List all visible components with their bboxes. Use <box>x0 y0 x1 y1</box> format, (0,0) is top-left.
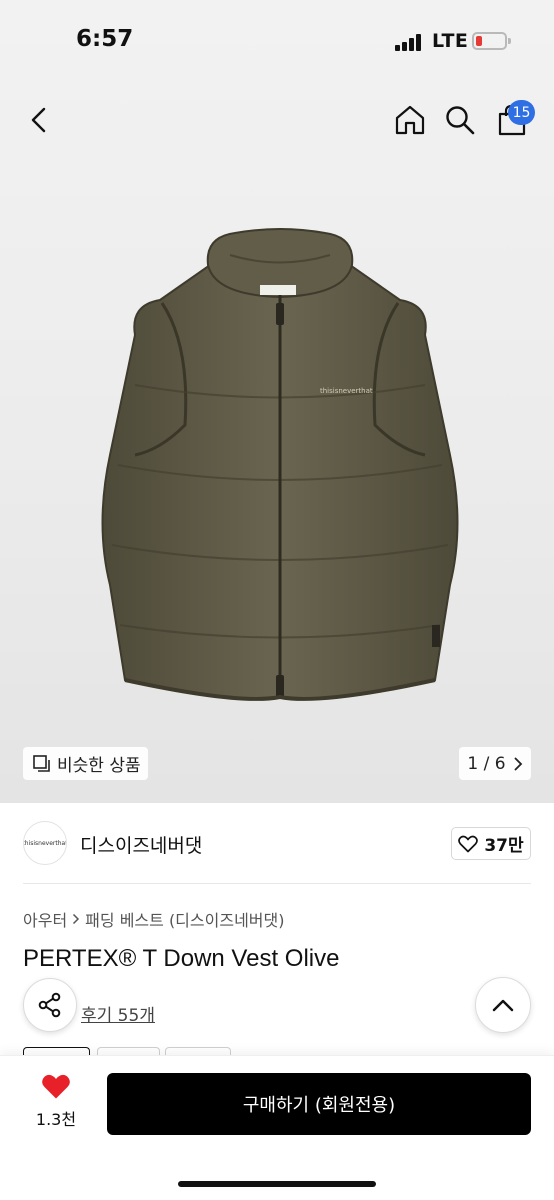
heart-outline-icon <box>458 835 479 852</box>
gallery-pager-text: 1 / 6 <box>467 753 506 774</box>
wishlist-count: 1.3천 <box>35 1110 77 1129</box>
brand-like-button[interactable]: 37만 <box>451 827 531 860</box>
status-bar: 6:57 LTE <box>0 0 554 80</box>
breadcrumb-item-category[interactable]: 아우터 <box>23 907 67 931</box>
product-title: PERTEX® T Down Vest Olive <box>23 945 340 972</box>
svg-text:thisisneverthat: thisisneverthat <box>320 387 373 395</box>
signal-icon <box>395 33 423 51</box>
chevron-up-icon <box>492 999 514 1012</box>
wishlist-button[interactable]: 1.3천 <box>22 1073 90 1135</box>
chevron-right-icon <box>73 913 80 924</box>
back-chevron-icon[interactable] <box>20 100 60 140</box>
share-icon <box>38 992 61 1018</box>
scroll-top-button[interactable] <box>475 977 531 1033</box>
breadcrumb-item-subcategory[interactable]: 패딩 베스트 (디스이즈네버댓) <box>85 907 284 931</box>
home-indicator <box>178 1181 376 1187</box>
brand-name[interactable]: 디스이즈네버댓 <box>80 831 202 858</box>
status-time: 6:57 <box>76 26 134 52</box>
product-image[interactable]: thisisneverthat <box>90 225 470 710</box>
similar-products-icon <box>33 754 50 772</box>
reviews-link[interactable]: 후기 55개 <box>81 1001 155 1026</box>
brand-logo-text: thisisneverthat <box>23 839 67 847</box>
breadcrumb: 아우터 패딩 베스트 (디스이즈네버댓) <box>23 907 284 931</box>
similar-products-button[interactable]: 비슷한 상품 <box>23 747 148 780</box>
breadcrumb-separator <box>72 910 80 929</box>
brand-logo[interactable]: thisisneverthat <box>23 821 67 865</box>
share-button[interactable] <box>23 978 77 1032</box>
battery-icon <box>472 32 511 50</box>
buy-button[interactable]: 구매하기 (회원전용) <box>107 1073 531 1135</box>
chevron-right-icon <box>514 757 522 770</box>
home-icon[interactable] <box>390 100 430 140</box>
cart-count-badge: 15 <box>508 100 535 125</box>
search-icon[interactable] <box>440 100 480 140</box>
brand-like-count: 37만 <box>484 836 524 856</box>
similar-products-label: 비슷한 상품 <box>57 756 141 776</box>
divider <box>23 883 531 884</box>
network-type: LTE <box>432 30 469 52</box>
heart-filled-icon <box>42 1074 70 1099</box>
gallery-pager[interactable]: 1 / 6 <box>459 747 531 780</box>
